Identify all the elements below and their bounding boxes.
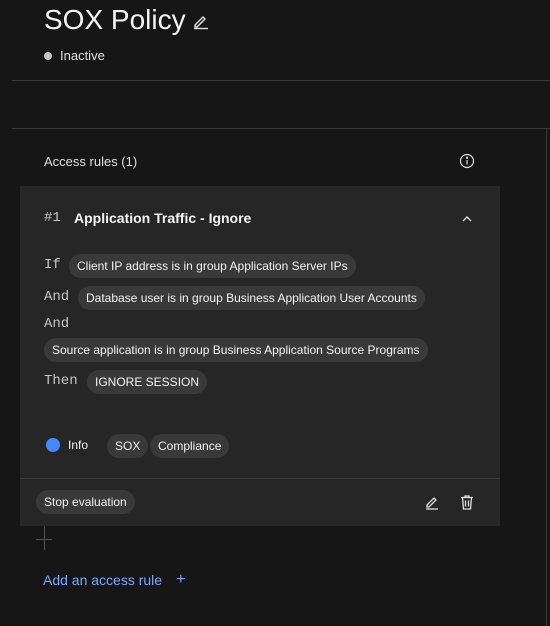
severity-dot bbox=[46, 438, 60, 452]
divider bbox=[12, 128, 550, 129]
divider bbox=[12, 80, 550, 81]
condition-keyword-and: And bbox=[44, 289, 70, 305]
trash-icon[interactable] bbox=[459, 494, 475, 510]
add-icon: + bbox=[176, 571, 186, 588]
edit-title-icon[interactable] bbox=[192, 12, 210, 30]
add-access-rule-button[interactable]: Add an access rule + bbox=[43, 571, 186, 589]
access-rule-card bbox=[20, 186, 500, 478]
rule-connector bbox=[36, 539, 52, 540]
severity-indicator: Info bbox=[46, 438, 88, 452]
add-access-rule-label: Add an access rule bbox=[43, 572, 163, 588]
condition-keyword-and: And bbox=[44, 316, 70, 332]
status-dot bbox=[44, 51, 52, 60]
condition-tag: Database user is in group Business Appli… bbox=[78, 286, 425, 310]
action-keyword-then: Then bbox=[44, 373, 78, 389]
chevron-up-icon[interactable] bbox=[460, 212, 474, 226]
severity-label: Info bbox=[68, 438, 89, 452]
action-tag: IGNORE SESSION bbox=[87, 370, 208, 394]
rule-tag: SOX bbox=[107, 434, 149, 458]
stop-evaluation-tag: Stop evaluation bbox=[36, 490, 135, 514]
rule-tag: Compliance bbox=[150, 434, 230, 458]
condition-tag: Source application is in group Business … bbox=[44, 338, 428, 362]
condition-tag: Client IP address is in group Applicatio… bbox=[69, 254, 356, 278]
divider bbox=[546, 128, 547, 626]
rule-name: Application Traffic - Ignore bbox=[74, 210, 252, 226]
status-indicator: Inactive bbox=[44, 48, 105, 63]
edit-icon[interactable] bbox=[424, 494, 440, 510]
rule-number: #1 bbox=[44, 210, 61, 226]
status-label: Inactive bbox=[60, 48, 105, 63]
page-title: SOX Policy bbox=[44, 4, 186, 35]
rule-connector bbox=[44, 526, 45, 550]
condition-keyword-if: If bbox=[44, 257, 61, 273]
info-icon[interactable] bbox=[459, 153, 475, 169]
access-rules-title: Access rules (1) bbox=[44, 154, 138, 169]
